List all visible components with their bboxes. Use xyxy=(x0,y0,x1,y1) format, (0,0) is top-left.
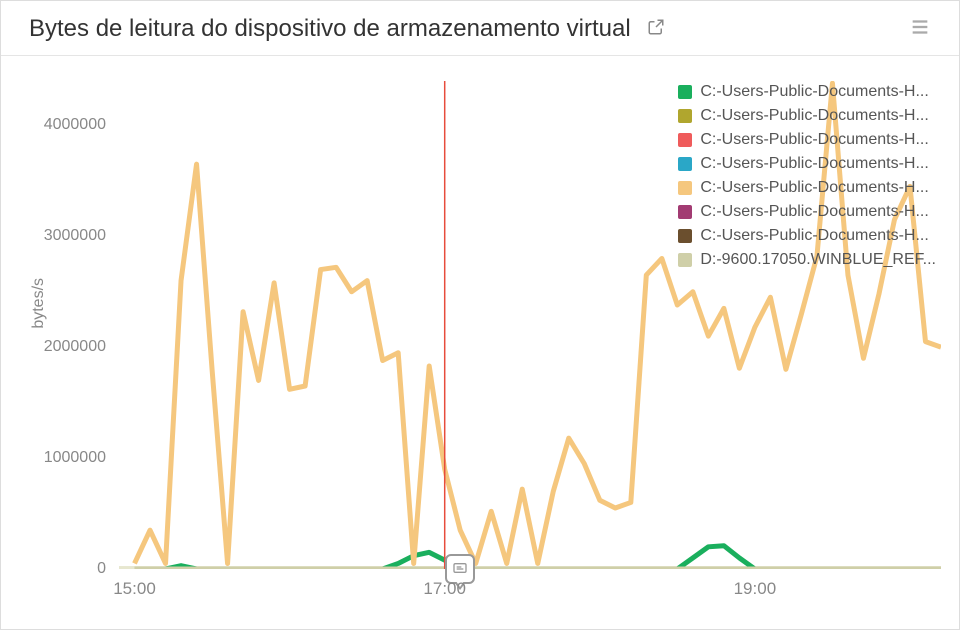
y-tick-label: 4000000 xyxy=(44,116,106,134)
legend-item[interactable]: C:-Users-Public-Documents-H... xyxy=(678,131,936,149)
legend-swatch xyxy=(678,109,692,123)
x-tick-label: 15:00 xyxy=(113,579,156,599)
legend-item[interactable]: C:-Users-Public-Documents-H... xyxy=(678,155,936,173)
x-tick-label: 17:00 xyxy=(423,579,466,599)
x-tick-label: 19:00 xyxy=(734,579,777,599)
legend-swatch xyxy=(678,181,692,195)
legend-label: C:-Users-Public-Documents-H... xyxy=(700,107,928,125)
chart-widget: Bytes de leitura do dispositivo de armaz… xyxy=(0,0,960,630)
chart-area: bytes/s 01000000200000030000004000000 15… xyxy=(29,71,941,619)
legend-label: D:-9600.17050.WINBLUE_REF... xyxy=(700,251,936,269)
legend-label: C:-Users-Public-Documents-H... xyxy=(700,83,928,101)
legend-label: C:-Users-Public-Documents-H... xyxy=(700,227,928,245)
y-tick-label: 0 xyxy=(97,560,106,578)
y-tick-label: 3000000 xyxy=(44,227,106,245)
legend-label: C:-Users-Public-Documents-H... xyxy=(700,155,928,173)
legend: C:-Users-Public-Documents-H... C:-Users-P… xyxy=(678,83,936,275)
legend-swatch xyxy=(678,85,692,99)
legend-swatch xyxy=(678,133,692,147)
legend-swatch xyxy=(678,253,692,267)
chart-title: Bytes de leitura do dispositivo de armaz… xyxy=(29,15,631,43)
legend-label: C:-Users-Public-Documents-H... xyxy=(700,179,928,197)
legend-label: C:-Users-Public-Documents-H... xyxy=(700,203,928,221)
hamburger-menu-icon[interactable] xyxy=(909,16,931,43)
legend-swatch xyxy=(678,157,692,171)
widget-header: Bytes de leitura do dispositivo de armaz… xyxy=(1,1,959,56)
y-axis-ticks: 01000000200000030000004000000 xyxy=(29,81,114,569)
legend-item[interactable]: C:-Users-Public-Documents-H... xyxy=(678,107,936,125)
y-tick-label: 1000000 xyxy=(44,449,106,467)
legend-item[interactable]: D:-9600.17050.WINBLUE_REF... xyxy=(678,251,936,269)
legend-label: C:-Users-Public-Documents-H... xyxy=(700,131,928,149)
x-axis-ticks: 15:0017:0019:00 xyxy=(119,579,941,609)
legend-item[interactable]: C:-Users-Public-Documents-H... xyxy=(678,227,936,245)
y-tick-label: 2000000 xyxy=(44,338,106,356)
legend-swatch xyxy=(678,229,692,243)
open-external-icon[interactable] xyxy=(647,18,665,41)
legend-item[interactable]: C:-Users-Public-Documents-H... xyxy=(678,83,936,101)
legend-item[interactable]: C:-Users-Public-Documents-H... xyxy=(678,203,936,221)
legend-swatch xyxy=(678,205,692,219)
legend-item[interactable]: C:-Users-Public-Documents-H... xyxy=(678,179,936,197)
